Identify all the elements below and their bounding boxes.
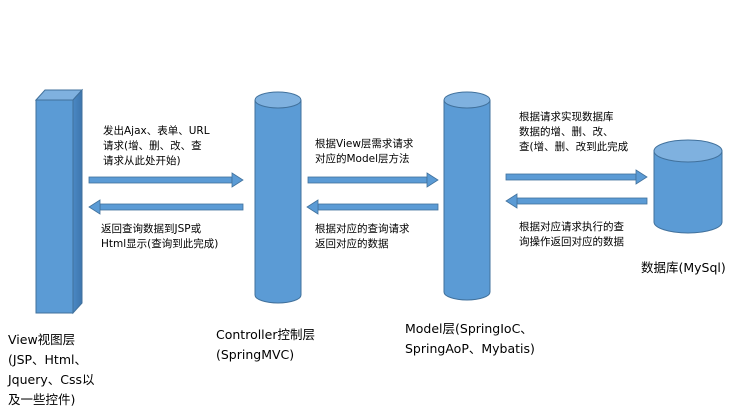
label-view-layer: View视图层 (JSP、Html、 Jquery、Css以 及一些控件) — [8, 332, 95, 407]
label-model-to-db: 根据请求实现数据库 数据的增、删、改、 查(增、删、改到此完成 — [519, 111, 629, 153]
label-db-to-model: 根据对应请求执行的查 询操作返回对应的数据 — [519, 221, 624, 248]
arrow-controller-to-model — [307, 172, 439, 188]
database-cylinder — [653, 139, 723, 234]
controller-cylinder — [254, 91, 302, 304]
label-controller-to-view: 返回查询数据到JSP或 Html显示(查询到此完成) — [101, 223, 219, 250]
label-model-layer: Model层(SpringIoC、 SpringAoP、Mybatis) — [405, 321, 535, 356]
label-view-to-controller: 发出Ajax、表单、URL 请求(增、删、改、查 请求从此处开始) — [103, 125, 210, 167]
arrow-model-to-db — [505, 169, 648, 185]
label-database: 数据库(MySql) — [641, 260, 726, 275]
label-controller-to-model: 根据View层需求请求 对应的Model层方法 — [315, 138, 414, 165]
arrow-controller-to-view — [88, 199, 244, 215]
architecture-diagram — [34, 88, 723, 315]
arrow-view-to-controller — [88, 172, 244, 188]
arrow-db-to-model — [505, 193, 648, 209]
view-layer-shape — [34, 88, 84, 315]
model-cylinder — [443, 91, 491, 301]
label-controller-layer: Controller控制层 (SpringMVC) — [216, 327, 315, 362]
arrow-model-to-controller — [306, 199, 439, 215]
label-model-to-controller: 根据对应的查询请求 返回对应的数据 — [315, 223, 410, 250]
